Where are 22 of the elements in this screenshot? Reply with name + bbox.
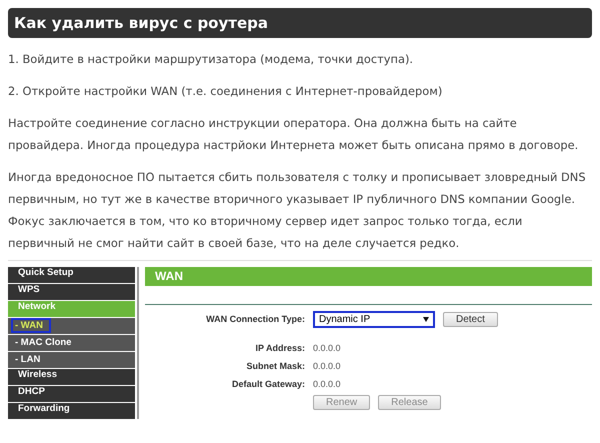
paragraph: 2. Откройте настройки WAN (т.е. соединения с Интернет-провайдером): [8, 83, 444, 100]
field-value: 0.0.0.0: [313, 379, 342, 389]
field-label: WAN Connection Type:: [205, 314, 305, 324]
menu-item[interactable]: Quick Setup: [8, 267, 135, 282]
menu-item[interactable]: Wireless: [8, 369, 135, 384]
detect-button[interactable]: Detect: [443, 312, 498, 326]
paragraph: Настройте соединение согласно инструкции оператора. Она должна быть на сайте провайдера. Иногда процедура настрйоки Интернета может быть описана прямо в договоре.: [8, 115, 580, 154]
article-heading: Как удалить вирус с роутера: [8, 8, 592, 38]
connection-type-dropdown[interactable]: Dynamic IP: [313, 310, 435, 328]
panel-title: WAN: [145, 267, 592, 286]
paragraph: 1. Войдите в настройки маршрутизатора (модема, точки доступа).: [8, 51, 414, 68]
field-value: 0.0.0.0: [313, 361, 342, 371]
field-value: 0.0.0.0: [313, 343, 342, 353]
field-label: Subnet Mask:: [245, 361, 305, 371]
dropdown-caret-icon: [423, 316, 429, 322]
submenu-item[interactable]: - WAN: [11, 318, 51, 333]
field-label: IP Address:: [254, 343, 305, 353]
menu-item[interactable]: WPS: [8, 284, 135, 300]
field-label: Default Gateway:: [230, 379, 305, 389]
menu-item[interactable]: DHCP: [8, 386, 135, 402]
paragraph: Иногда вредоносное ПО пытается сбить пользователя с толку и прописывает зловредный DNS первичным, но тут же в качестве вторичного указывает IP публичного DNS компании Google. Фокус заключается в том, что ко вторичному сервер идет запрос только тогда, если первичный не смог найти сайт в своей базе, что на деле случается редко.: [8, 169, 587, 252]
menu-item[interactable]: Forwarding: [8, 403, 135, 418]
